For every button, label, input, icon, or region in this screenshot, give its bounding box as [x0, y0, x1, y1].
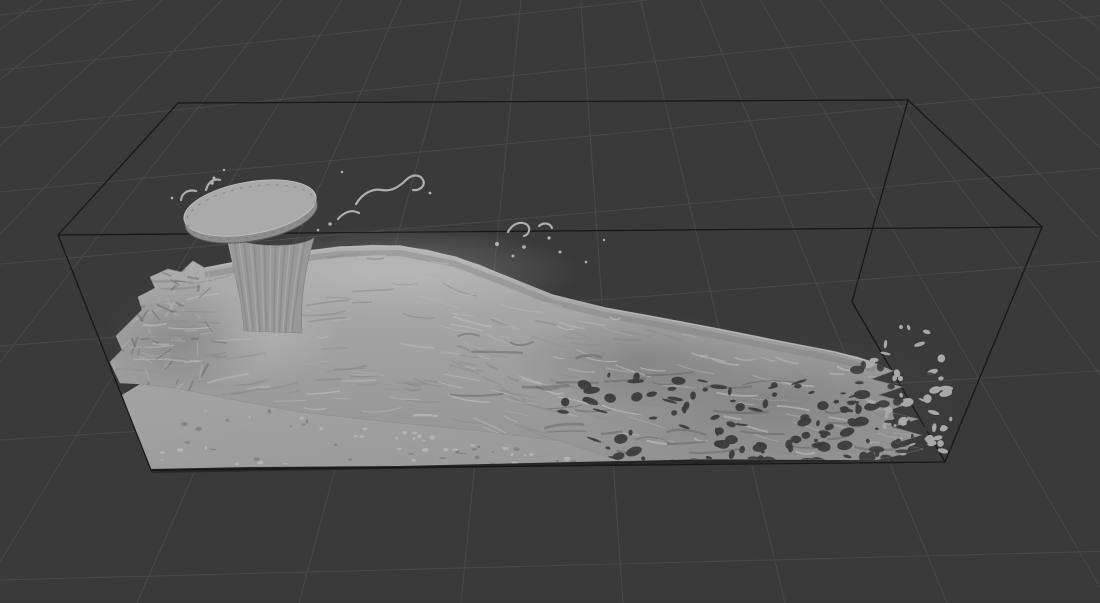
viewport-canvas[interactable] [0, 0, 1100, 603]
viewport-3d[interactable] [0, 0, 1100, 603]
